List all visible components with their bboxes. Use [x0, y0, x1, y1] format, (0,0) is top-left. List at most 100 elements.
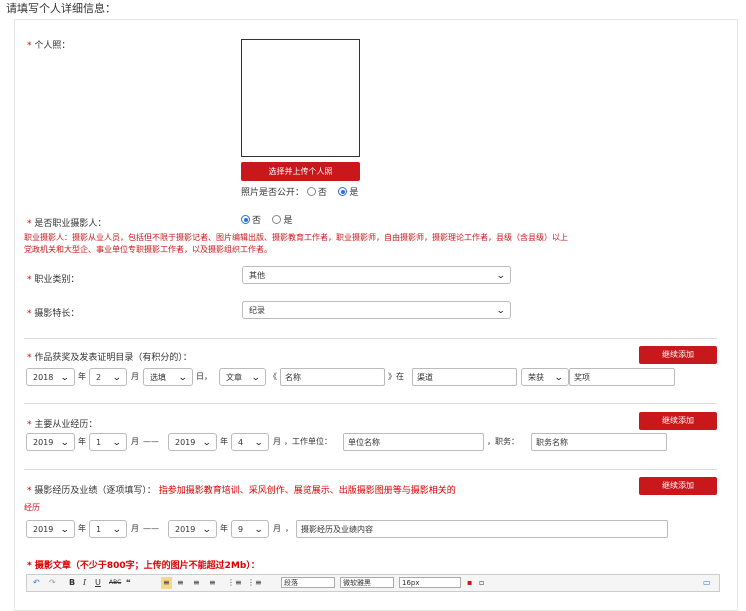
article-label-row: * 摄影文章（不少于800字；上传的图片不能超过2Mb）： [27, 558, 260, 571]
upload-photo-button[interactable]: 选择并上传个人照 [241, 162, 360, 181]
title-open-quote: 《 [269, 372, 277, 381]
divider [24, 403, 717, 404]
awards-day-value: 选填 [150, 373, 166, 382]
emoji-icon[interactable]: ▫ [479, 577, 484, 589]
experience-title-input[interactable]: 职务名称 [531, 433, 667, 451]
occupation-value: 其他 [249, 271, 265, 280]
photo-label: 个人照： [34, 41, 71, 51]
experience-from-year-value: 2019 [33, 438, 54, 447]
achievements-from-year-select[interactable]: 2019 ⌄ [26, 520, 75, 538]
required-mark: * [27, 275, 32, 285]
awards-award-input[interactable]: 奖项 [569, 368, 675, 386]
experience-unit-input[interactable]: 单位名称 [343, 433, 484, 451]
paragraph-select[interactable]: 段落 [281, 577, 335, 588]
achievements-to-month-select[interactable]: 9 ⌄ [231, 520, 269, 538]
font-size-select[interactable]: 16px [399, 577, 461, 588]
blockquote-icon[interactable]: ❝ [126, 577, 131, 589]
experience-add-button[interactable]: 继续添加 [639, 412, 717, 430]
experience-from-month-value: 1 [96, 438, 102, 447]
image-icon[interactable]: ▪ [467, 577, 472, 589]
chevron-down-icon: ⌄ [60, 525, 71, 535]
awards-award-type-value: 荣获 [528, 373, 544, 382]
professional-yes-radio[interactable] [272, 215, 282, 224]
article-label: 摄影文章（不少于800字；上传的图片不能超过2Mb）： [34, 561, 260, 571]
unordered-list-icon[interactable]: ⋮≡ [247, 577, 262, 589]
awards-add-button[interactable]: 继续添加 [639, 346, 717, 364]
photo-public-label: 照片是否公开： [241, 188, 305, 198]
experience-to-month-value: 4 [238, 438, 244, 447]
photo-public-row: 照片是否公开： 否 是 [241, 185, 358, 198]
specialty-select[interactable]: 纪录 ⌄ [242, 301, 511, 319]
align-left-icon[interactable]: ≡ [161, 577, 172, 589]
required-mark: * [27, 219, 32, 229]
chevron-down-icon: ⌄ [496, 271, 507, 281]
specialty-value: 纪录 [249, 306, 265, 315]
achievements-from-month-select[interactable]: 1 ⌄ [89, 520, 127, 538]
experience-label: 主要从业经历： [34, 420, 98, 430]
align-center-icon[interactable]: ≡ [177, 577, 184, 589]
chevron-down-icon: ⌄ [254, 438, 265, 448]
chevron-down-icon: ⌄ [251, 373, 262, 383]
professional-no-label: 否 [252, 216, 262, 226]
page-header: 请填写个人详细信息： [6, 2, 116, 15]
photo-public-yes-radio[interactable] [338, 187, 348, 196]
awards-type-select[interactable]: 文章 ⌄ [219, 368, 266, 386]
strikethrough-icon[interactable]: ABC [109, 577, 121, 589]
chevron-down-icon: ⌄ [178, 373, 189, 383]
achievements-content-input[interactable]: 摄影经历及业绩内容 [296, 520, 668, 538]
professional-label: 是否职业摄影人： [34, 219, 107, 229]
experience-to-year-value: 2019 [175, 438, 196, 447]
achievements-add-button[interactable]: 继续添加 [639, 477, 717, 495]
year-unit: 年 [220, 524, 228, 533]
occupation-label-row: * 职业类别： [27, 272, 79, 285]
italic-icon[interactable]: I [83, 577, 86, 589]
occupation-label: 职业类别： [34, 275, 80, 285]
divider [24, 338, 717, 339]
chevron-down-icon: ⌄ [496, 306, 507, 316]
experience-from-year-select[interactable]: 2019 ⌄ [26, 433, 75, 451]
achievements-from-month-value: 1 [96, 525, 102, 534]
year-unit: 年 [220, 437, 228, 446]
chevron-down-icon: ⌄ [60, 373, 71, 383]
redo-icon[interactable]: ↷ [49, 577, 56, 589]
chevron-down-icon: ⌄ [554, 373, 565, 383]
experience-to-month-select[interactable]: 4 ⌄ [231, 433, 269, 451]
awards-award-type-select[interactable]: 荣获 ⌄ [521, 368, 569, 386]
photo-preview [241, 39, 360, 157]
fullscreen-icon[interactable]: ▭ [703, 577, 711, 589]
occupation-select[interactable]: 其他 ⌄ [242, 266, 511, 284]
work-unit-label: ，工作单位： [284, 437, 332, 446]
awards-day-select[interactable]: 选填 ⌄ [143, 368, 193, 386]
undo-icon[interactable]: ↶ [33, 577, 40, 589]
awards-type-value: 文章 [226, 373, 242, 382]
month-unit: 月 [131, 524, 139, 533]
required-mark: * [27, 309, 32, 319]
editor-toolbar: ↶ ↷ B I U ABC ❝ ≡ ≡ ≡ ≡ ⋮≡ ⋮≡ 段落 微软雅黑 16… [26, 574, 720, 592]
font-select[interactable]: 微软雅黑 [340, 577, 394, 588]
professional-label-row: * 是否职业摄影人： [27, 216, 106, 229]
chevron-down-icon: ⌄ [254, 525, 265, 535]
experience-from-month-select[interactable]: 1 ⌄ [89, 433, 127, 451]
achievements-from-year-value: 2019 [33, 525, 54, 534]
awards-year-select[interactable]: 2018 ⌄ [26, 368, 75, 386]
achievements-to-year-select[interactable]: 2019 ⌄ [168, 520, 217, 538]
align-right-icon[interactable]: ≡ [193, 577, 200, 589]
awards-month-select[interactable]: 2 ⌄ [89, 368, 127, 386]
ordered-list-icon[interactable]: ⋮≡ [227, 577, 242, 589]
professional-note-line1: 职业摄影人：摄影从业人员，包括但不限于摄影记者、图片编辑出版、摄影教育工作者，职… [24, 233, 568, 242]
comma: ， [285, 524, 293, 533]
required-mark: * [27, 420, 32, 430]
awards-channel-input[interactable]: 渠道 [412, 368, 517, 386]
font-value: 微软雅黑 [343, 579, 371, 587]
experience-to-year-select[interactable]: 2019 ⌄ [168, 433, 217, 451]
achievements-hint-cont: 经历 [24, 503, 40, 512]
underline-icon[interactable]: U [95, 577, 101, 589]
font-size-value: 16px [402, 579, 420, 587]
awards-month-value: 2 [96, 373, 102, 382]
align-justify-icon[interactable]: ≡ [209, 577, 216, 589]
awards-title-input[interactable]: 名称 [280, 368, 385, 386]
specialty-label: 摄影特长： [34, 309, 80, 319]
bold-icon[interactable]: B [69, 577, 75, 589]
photo-public-no-radio[interactable] [306, 187, 316, 196]
professional-no-radio[interactable] [241, 215, 250, 224]
